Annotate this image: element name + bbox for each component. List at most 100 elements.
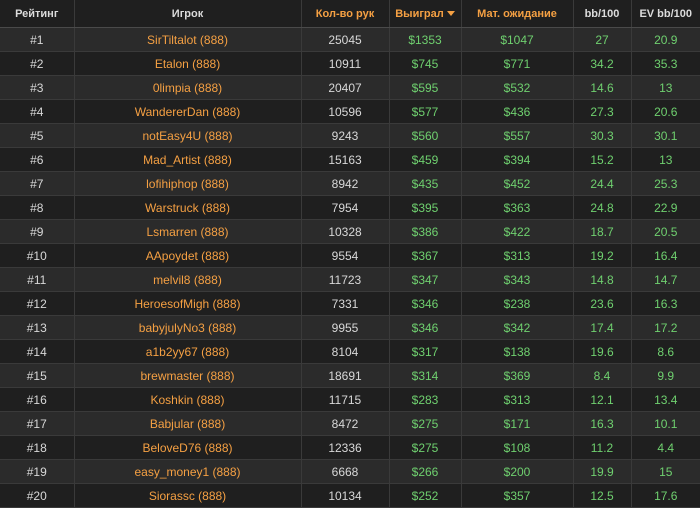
player-link[interactable]: Mad_Artist (888) xyxy=(73,147,301,172)
player-link[interactable]: easy_money1 (888) xyxy=(73,459,301,484)
table-row[interactable]: #1 SirTiltalot (888) 25045 $1353 $1047 27 20.9 xyxy=(0,27,700,52)
won-cell: $314 xyxy=(388,363,461,388)
table-row[interactable]: #15 brewmaster (888) 18691 $314 $369 8.4 9.9 xyxy=(0,363,700,388)
hands-cell: 15163 xyxy=(300,147,389,172)
won-cell: $435 xyxy=(388,171,461,196)
bb100-cell: 11.2 xyxy=(572,435,631,460)
won-cell: $1353 xyxy=(388,27,461,52)
ev-bb100-cell: 14.7 xyxy=(630,267,700,292)
column-header-rank[interactable]: Рейтинг xyxy=(0,0,74,28)
bb100-cell: 19.6 xyxy=(572,339,631,364)
hands-cell: 7954 xyxy=(300,195,389,220)
bb100-cell: 8.4 xyxy=(572,363,631,388)
rank-cell: #11 xyxy=(0,267,74,292)
expected-cell: $422 xyxy=(460,219,573,244)
column-header-rank-label: Рейтинг xyxy=(15,7,59,20)
ev-bb100-cell: 35.3 xyxy=(630,51,700,76)
column-header-hands[interactable]: Кол-во рук xyxy=(300,0,389,28)
player-link[interactable]: Siorassc (888) xyxy=(73,483,301,508)
leaderboard-table: Рейтинг Игрок Кол-во рук Выиграл Мат. ож… xyxy=(0,0,700,508)
player-link[interactable]: Warstruck (888) xyxy=(73,195,301,220)
ev-bb100-cell: 13.4 xyxy=(630,387,700,412)
table-row[interactable]: #2 Etalon (888) 10911 $745 $771 34.2 35.3 xyxy=(0,51,700,76)
table-body: #1 SirTiltalot (888) 25045 $1353 $1047 27 20.9… xyxy=(0,27,700,508)
won-cell: $275 xyxy=(388,411,461,436)
ev-bb100-cell: 15 xyxy=(630,459,700,484)
table-row[interactable]: #11 melvil8 (888) 11723 $347 $343 14.8 14.7 xyxy=(0,267,700,292)
bb100-cell: 16.3 xyxy=(572,411,631,436)
bb100-cell: 27.3 xyxy=(572,99,631,124)
player-link[interactable]: brewmaster (888) xyxy=(73,363,301,388)
player-link[interactable]: AApoydet (888) xyxy=(73,243,301,268)
column-header-ev-bb100-label: EV bb/100 xyxy=(639,7,693,20)
column-header-expected[interactable]: Мат. ожидание xyxy=(460,0,573,28)
rank-cell: #13 xyxy=(0,315,74,340)
table-row[interactable]: #10 AApoydet (888) 9554 $367 $313 19.2 16.4 xyxy=(0,243,700,268)
rank-cell: #7 xyxy=(0,171,74,196)
player-link[interactable]: Babjular (888) xyxy=(73,411,301,436)
rank-cell: #14 xyxy=(0,339,74,364)
expected-cell: $452 xyxy=(460,171,573,196)
table-row[interactable]: #8 Warstruck (888) 7954 $395 $363 24.8 22.9 xyxy=(0,195,700,220)
player-link[interactable]: BeloveD76 (888) xyxy=(73,435,301,460)
expected-cell: $238 xyxy=(460,291,573,316)
table-row[interactable]: #13 babyjulyNo3 (888) 9955 $346 $342 17.4 17.2 xyxy=(0,315,700,340)
rank-cell: #18 xyxy=(0,435,74,460)
player-link[interactable]: SirTiltalot (888) xyxy=(73,27,301,52)
table-row[interactable]: #17 Babjular (888) 8472 $275 $171 16.3 10.1 xyxy=(0,411,700,436)
hands-cell: 9955 xyxy=(300,315,389,340)
bb100-cell: 17.4 xyxy=(572,315,631,340)
player-link[interactable]: notEasy4U (888) xyxy=(73,123,301,148)
player-link[interactable]: Etalon (888) xyxy=(73,51,301,76)
table-row[interactable]: #7 lofihiphop (888) 8942 $435 $452 24.4 25.3 xyxy=(0,171,700,196)
won-cell: $346 xyxy=(388,315,461,340)
expected-cell: $313 xyxy=(460,243,573,268)
rank-cell: #6 xyxy=(0,147,74,172)
ev-bb100-cell: 20.5 xyxy=(630,219,700,244)
column-header-player[interactable]: Игрок xyxy=(73,0,301,28)
hands-cell: 25045 xyxy=(300,27,389,52)
ev-bb100-cell: 22.9 xyxy=(630,195,700,220)
column-header-won[interactable]: Выиграл xyxy=(388,0,461,28)
table-row[interactable]: #16 Koshkin (888) 11715 $283 $313 12.1 13.4 xyxy=(0,387,700,412)
player-link[interactable]: melvil8 (888) xyxy=(73,267,301,292)
column-header-hands-label: Кол-во рук xyxy=(315,7,375,20)
ev-bb100-cell: 17.6 xyxy=(630,483,700,508)
table-row[interactable]: #14 a1b2yy67 (888) 8104 $317 $138 19.6 8.6 xyxy=(0,339,700,364)
table-row[interactable]: #9 Lsmarren (888) 10328 $386 $422 18.7 20.5 xyxy=(0,219,700,244)
player-link[interactable]: Koshkin (888) xyxy=(73,387,301,412)
table-row[interactable]: #4 WandererDan (888) 10596 $577 $436 27.3 20.6 xyxy=(0,99,700,124)
table-row[interactable]: #12 HeroesofMigh (888) 7331 $346 $238 23.6 16.… xyxy=(0,291,700,316)
table-row[interactable]: #20 Siorassc (888) 10134 $252 $357 12.5 17.6 xyxy=(0,483,700,508)
won-cell: $395 xyxy=(388,195,461,220)
player-link[interactable]: 0limpia (888) xyxy=(73,75,301,100)
bb100-cell: 34.2 xyxy=(572,51,631,76)
hands-cell: 18691 xyxy=(300,363,389,388)
player-link[interactable]: WandererDan (888) xyxy=(73,99,301,124)
bb100-cell: 12.5 xyxy=(572,483,631,508)
rank-cell: #10 xyxy=(0,243,74,268)
table-row[interactable]: #18 BeloveD76 (888) 12336 $275 $108 11.2 4.4 xyxy=(0,435,700,460)
rank-cell: #17 xyxy=(0,411,74,436)
ev-bb100-cell: 8.6 xyxy=(630,339,700,364)
player-link[interactable]: HeroesofMigh (888) xyxy=(73,291,301,316)
table-row[interactable]: #5 notEasy4U (888) 9243 $560 $557 30.3 30.1 xyxy=(0,123,700,148)
player-link[interactable]: a1b2yy67 (888) xyxy=(73,339,301,364)
bb100-cell: 23.6 xyxy=(572,291,631,316)
won-cell: $283 xyxy=(388,387,461,412)
expected-cell: $171 xyxy=(460,411,573,436)
expected-cell: $771 xyxy=(460,51,573,76)
table-row[interactable]: #3 0limpia (888) 20407 $595 $532 14.6 13 xyxy=(0,75,700,100)
rank-cell: #4 xyxy=(0,99,74,124)
expected-cell: $200 xyxy=(460,459,573,484)
player-link[interactable]: Lsmarren (888) xyxy=(73,219,301,244)
column-header-bb100[interactable]: bb/100 xyxy=(572,0,631,28)
column-header-player-label: Игрок xyxy=(171,7,204,20)
player-link[interactable]: lofihiphop (888) xyxy=(73,171,301,196)
table-row[interactable]: #6 Mad_Artist (888) 15163 $459 $394 15.2 13 xyxy=(0,147,700,172)
bb100-cell: 19.9 xyxy=(572,459,631,484)
player-link[interactable]: babyjulyNo3 (888) xyxy=(73,315,301,340)
column-header-ev-bb100[interactable]: EV bb/100 xyxy=(630,0,700,28)
table-row[interactable]: #19 easy_money1 (888) 6668 $266 $200 19.9 15 xyxy=(0,459,700,484)
won-cell: $346 xyxy=(388,291,461,316)
